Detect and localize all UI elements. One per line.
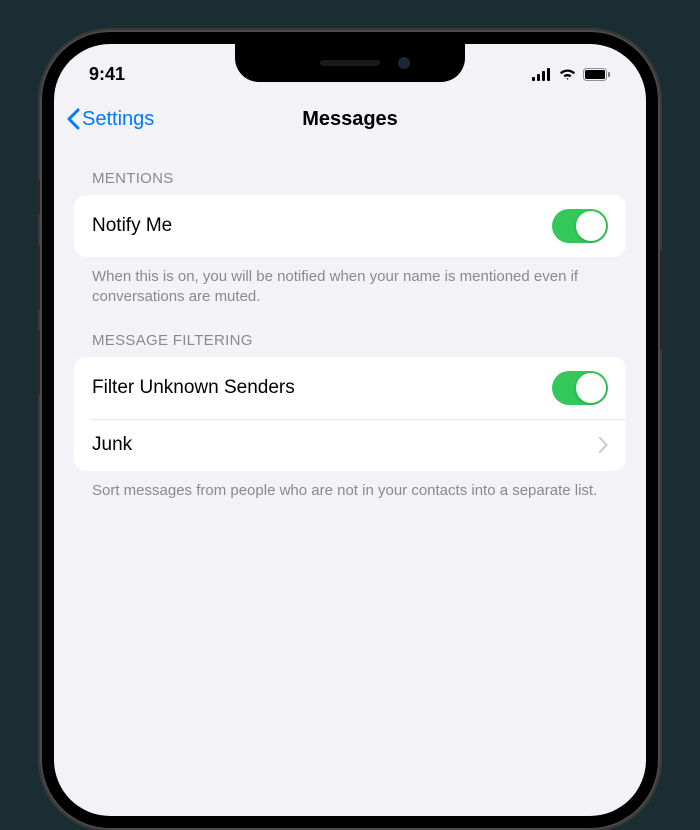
phone-frame: 9:41 bbox=[40, 30, 660, 830]
chevron-left-icon bbox=[66, 108, 80, 130]
page-title: Messages bbox=[302, 108, 398, 131]
filtering-group: Filter Unknown Senders Junk bbox=[74, 357, 626, 471]
notch bbox=[235, 44, 465, 82]
mentions-group: Notify Me bbox=[74, 195, 626, 257]
nav-bar: Settings Messages bbox=[54, 94, 646, 144]
power-button bbox=[660, 250, 664, 350]
back-button[interactable]: Settings bbox=[66, 108, 154, 131]
content: MENTIONS Notify Me When this is on, you … bbox=[54, 144, 646, 519]
filtering-header: MESSAGE FILTERING bbox=[74, 316, 626, 357]
back-label: Settings bbox=[82, 108, 154, 131]
wifi-icon bbox=[558, 67, 577, 81]
volume-down-button bbox=[36, 330, 40, 395]
speaker bbox=[320, 60, 380, 66]
mentions-header: MENTIONS bbox=[74, 154, 626, 195]
screen: 9:41 bbox=[54, 44, 646, 816]
mute-switch bbox=[36, 180, 40, 215]
volume-up-button bbox=[36, 245, 40, 310]
filtering-footer: Sort messages from people who are not in… bbox=[74, 471, 626, 509]
front-camera bbox=[398, 57, 410, 69]
filter-unknown-label: Filter Unknown Senders bbox=[92, 377, 295, 399]
notify-me-toggle[interactable] bbox=[552, 209, 608, 243]
notify-me-label: Notify Me bbox=[92, 215, 172, 237]
toggle-knob bbox=[576, 373, 606, 403]
chevron-right-icon bbox=[599, 437, 608, 453]
status-icons bbox=[532, 67, 611, 81]
cellular-icon bbox=[532, 68, 552, 81]
junk-label: Junk bbox=[92, 434, 132, 456]
notify-me-row[interactable]: Notify Me bbox=[74, 195, 626, 257]
battery-icon bbox=[583, 68, 611, 81]
toggle-knob bbox=[576, 211, 606, 241]
status-time: 9:41 bbox=[89, 64, 125, 85]
filter-unknown-toggle[interactable] bbox=[552, 371, 608, 405]
mentions-footer: When this is on, you will be notified wh… bbox=[74, 257, 626, 316]
filter-unknown-row[interactable]: Filter Unknown Senders bbox=[74, 357, 626, 419]
junk-row[interactable]: Junk bbox=[92, 419, 626, 471]
